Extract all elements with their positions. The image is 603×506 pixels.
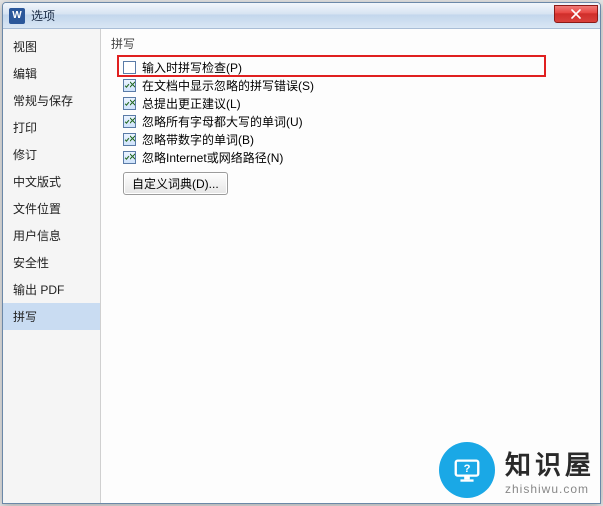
sidebar-item-5[interactable]: 中文版式 [3,168,100,195]
titlebar: W 选项 [3,3,600,29]
option-row-4: 忽略带数字的单词(B) [123,130,592,148]
option-label-1: 在文档中显示忽略的拼写错误(S) [142,77,314,94]
option-checkbox-5[interactable] [123,151,136,164]
option-row-1: 在文档中显示忽略的拼写错误(S) [123,76,592,94]
group-label: 拼写 [111,35,592,52]
custom-dictionary-button[interactable]: 自定义词典(D)... [123,172,228,195]
watermark-icon: ? [439,442,495,498]
app-icon: W [9,8,25,24]
option-checkbox-4[interactable] [123,133,136,146]
close-button[interactable] [554,5,598,23]
option-checkbox-2[interactable] [123,97,136,110]
sidebar-item-8[interactable]: 安全性 [3,249,100,276]
sidebar-item-4[interactable]: 修订 [3,141,100,168]
svg-text:?: ? [464,463,471,475]
option-checkbox-1[interactable] [123,79,136,92]
watermark-url: zhishiwu.com [505,482,595,496]
option-label-4: 忽略带数字的单词(B) [142,131,254,148]
option-checkbox-0[interactable] [123,61,136,74]
content-pane: 拼写 输入时拼写检查(P)在文档中显示忽略的拼写错误(S)总提出更正建议(L)忽… [101,29,600,503]
sidebar-item-6[interactable]: 文件位置 [3,195,100,222]
option-label-3: 忽略所有字母都大写的单词(U) [142,113,303,130]
option-label-0: 输入时拼写检查(P) [142,59,242,76]
watermark-text: 知识屋 zhishiwu.com [505,445,595,496]
sidebar-item-1[interactable]: 编辑 [3,60,100,87]
checkbox-group: 输入时拼写检查(P)在文档中显示忽略的拼写错误(S)总提出更正建议(L)忽略所有… [123,58,592,166]
sidebar-item-3[interactable]: 打印 [3,114,100,141]
close-icon [571,9,581,19]
watermark-title: 知识屋 [505,445,595,482]
option-label-5: 忽略Internet或网络路径(N) [142,149,283,166]
body: 视图编辑常规与保存打印修订中文版式文件位置用户信息安全性输出 PDF拼写 拼写 … [3,29,600,503]
watermark: ? 知识屋 zhishiwu.com [439,442,595,498]
option-row-2: 总提出更正建议(L) [123,94,592,112]
sidebar-item-0[interactable]: 视图 [3,33,100,60]
sidebar-item-10[interactable]: 拼写 [3,303,100,330]
option-row-3: 忽略所有字母都大写的单词(U) [123,112,592,130]
option-checkbox-3[interactable] [123,115,136,128]
sidebar-item-7[interactable]: 用户信息 [3,222,100,249]
options-window: W 选项 视图编辑常规与保存打印修订中文版式文件位置用户信息安全性输出 PDF拼… [2,2,601,504]
option-row-0: 输入时拼写检查(P) [123,58,592,76]
option-row-5: 忽略Internet或网络路径(N) [123,148,592,166]
option-label-2: 总提出更正建议(L) [142,95,241,112]
sidebar-item-2[interactable]: 常规与保存 [3,87,100,114]
window-title: 选项 [31,7,554,24]
sidebar-item-9[interactable]: 输出 PDF [3,276,100,303]
sidebar: 视图编辑常规与保存打印修订中文版式文件位置用户信息安全性输出 PDF拼写 [3,29,101,503]
